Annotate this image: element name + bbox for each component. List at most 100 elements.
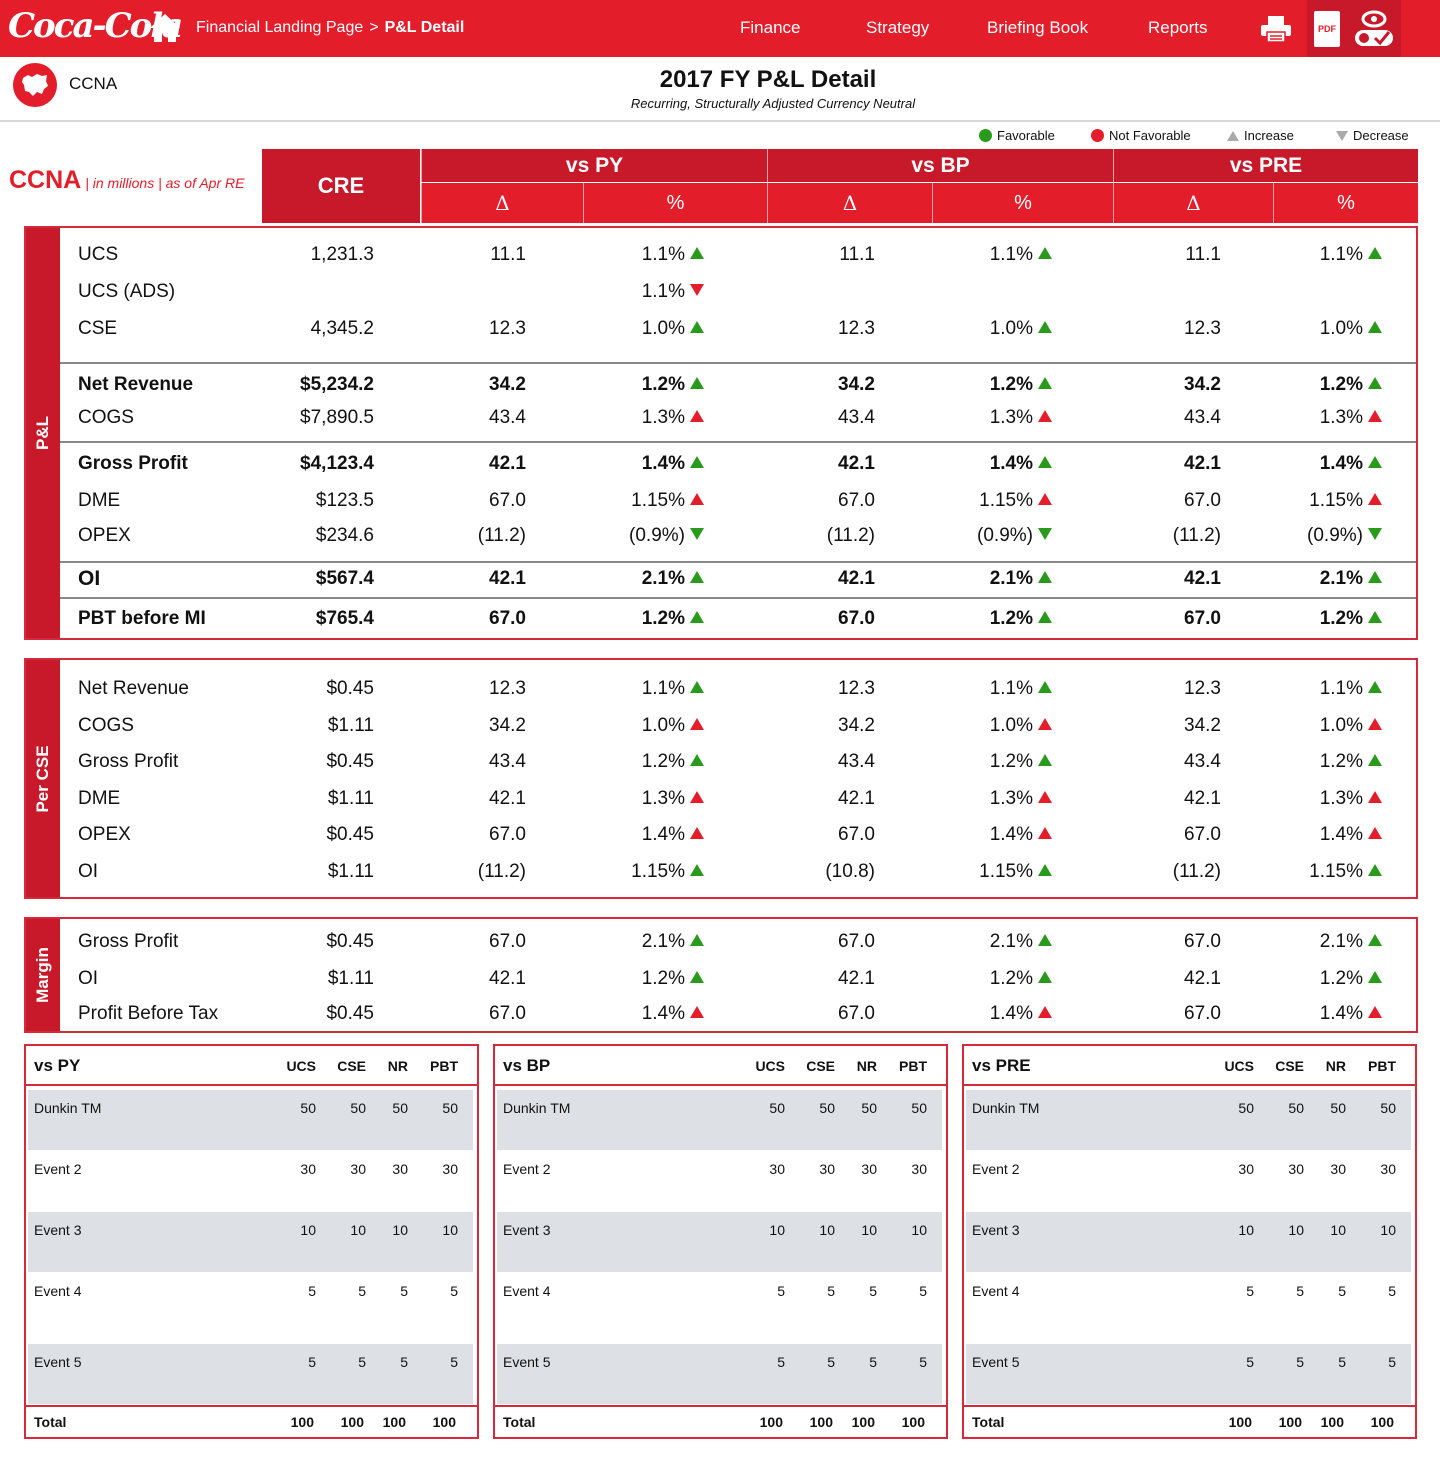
- table-row-oi[interactable]: OI $1.11 42.1 1.2% 42.1 1.2% 42.1 1.2%: [26, 964, 1420, 994]
- event-row-event-2[interactable]: Event 2 30 30 30 30: [28, 1151, 473, 1211]
- cell-value: 1.2%: [641, 608, 685, 629]
- event-table-title: vs PY: [34, 1056, 81, 1075]
- table-row-ucs-ads[interactable]: UCS (ADS) 1.1%: [26, 277, 1420, 307]
- up-arrow-favorable-icon: [690, 320, 704, 333]
- event-value-ucs: 50: [300, 1100, 316, 1116]
- cell-py-p: 1.15%: [631, 857, 704, 887]
- pdf-icon[interactable]: PDF: [1307, 0, 1347, 57]
- cell-value: 1.1%: [1319, 678, 1363, 699]
- nav-finance[interactable]: Finance: [740, 18, 800, 38]
- event-row-event-2[interactable]: Event 2 30 30 30 30: [966, 1151, 1411, 1211]
- event-value-cse: 50: [1288, 1100, 1304, 1116]
- table-row-dme[interactable]: DME $1.11 42.1 1.3% 42.1 1.3% 42.1 1.3%: [26, 784, 1420, 814]
- up-arrow-favorable-icon: [1038, 610, 1052, 623]
- home-icon[interactable]: [148, 12, 182, 44]
- print-icon[interactable]: [1254, 0, 1298, 57]
- cell-value: 1,231.3: [310, 244, 374, 265]
- row-label: Net Revenue: [78, 678, 189, 699]
- table-row-oi[interactable]: OI $567.4 42.1 2.1% 42.1 2.1% 42.1 2.1%: [26, 564, 1420, 594]
- cell-py-p: 2.1%: [642, 927, 704, 957]
- event-row-dunkin-tm[interactable]: Dunkin TM 50 50 50 50: [497, 1090, 942, 1150]
- event-table-title: vs PRE: [972, 1056, 1031, 1075]
- event-row-dunkin-tm[interactable]: Dunkin TM 50 50 50 50: [966, 1090, 1411, 1150]
- event-table-vs-pre: vs PRE UCS CSE NR PBT Dunkin TM 50 50 50 50 Event …: [962, 1044, 1417, 1439]
- event-value-pbt: 10: [1380, 1222, 1396, 1238]
- cell-value: 67.0: [489, 824, 526, 845]
- cell-py-d: 12.3: [489, 674, 526, 704]
- table-row-dme[interactable]: DME $123.5 67.0 1.15% 67.0 1.15% 67.0 1.15%: [26, 486, 1420, 516]
- event-col-cse: CSE: [1275, 1058, 1304, 1074]
- event-row-event-3[interactable]: Event 3 10 10 10 10: [28, 1212, 473, 1272]
- table-row-cogs[interactable]: COGS $7,890.5 43.4 1.3% 43.4 1.3% 43.4 1.3%: [26, 403, 1420, 433]
- table-row-net-revenue[interactable]: Net Revenue $5,234.2 34.2 1.2% 34.2 1.2% 34.2 1…: [26, 370, 1420, 400]
- up-arrow-favorable-icon: [1368, 246, 1382, 259]
- table-row-oi[interactable]: OI $1.11 (11.2) 1.15% (10.8) 1.15% (11.2) 1.15%: [26, 857, 1420, 887]
- cell-value: 42.1: [489, 968, 526, 989]
- event-row-event-5[interactable]: Event 5 5 5 5 5: [28, 1344, 473, 1404]
- event-col-pbt: PBT: [1368, 1058, 1396, 1074]
- event-name: Event 3: [503, 1222, 551, 1238]
- table-row-ucs[interactable]: UCS 1,231.3 11.1 1.1% 11.1 1.1% 11.1 1.1%: [26, 240, 1420, 270]
- nav-reports[interactable]: Reports: [1148, 18, 1208, 38]
- event-row-event-5[interactable]: Event 5 5 5 5 5: [497, 1344, 942, 1404]
- event-row-event-5[interactable]: Event 5 5 5 5 5: [966, 1344, 1411, 1404]
- table-row-gross-profit[interactable]: Gross Profit $0.45 67.0 2.1% 67.0 2.1% 67.0 2.1…: [26, 927, 1420, 957]
- event-row-dunkin-tm[interactable]: Dunkin TM 50 50 50 50: [28, 1090, 473, 1150]
- cell-value: 1.2%: [989, 608, 1033, 629]
- event-name: Event 2: [34, 1161, 82, 1177]
- cell-bp-p: 2.1%: [990, 927, 1052, 957]
- event-name: Dunkin TM: [972, 1100, 1040, 1116]
- legend-increase: Increase: [1227, 128, 1294, 143]
- cell-value: 1.15%: [631, 490, 685, 511]
- header-cre: CRE: [262, 149, 420, 223]
- table-row-gross-profit[interactable]: Gross Profit $4,123.4 42.1 1.4% 42.1 1.4% 42.1…: [26, 449, 1420, 479]
- event-row-event-2[interactable]: Event 2 30 30 30 30: [497, 1151, 942, 1211]
- event-row-event-3[interactable]: Event 3 10 10 10 10: [966, 1212, 1411, 1272]
- table-row-opex[interactable]: OPEX $0.45 67.0 1.4% 67.0 1.4% 67.0 1.4%: [26, 820, 1420, 850]
- cell-value: $1.11: [327, 861, 374, 882]
- nav-briefing-book[interactable]: Briefing Book: [987, 18, 1088, 38]
- cell-value: (11.2): [477, 525, 526, 546]
- cell-bp-p: 1.15%: [979, 857, 1052, 887]
- cell-value: 34.2: [489, 715, 526, 736]
- divider: [60, 561, 1416, 563]
- table-row-gross-profit[interactable]: Gross Profit $0.45 43.4 1.2% 43.4 1.2% 43.4 1.2…: [26, 747, 1420, 777]
- table-row-cse[interactable]: CSE 4,345.2 12.3 1.0% 12.3 1.0% 12.3 1.0%: [26, 314, 1420, 344]
- event-value-cse: 5: [827, 1283, 835, 1299]
- cell-pre-d: (11.2): [1173, 521, 1221, 551]
- cell-value: 12.3: [489, 678, 526, 699]
- view-toggle-icon[interactable]: [1347, 0, 1401, 57]
- up-arrow-not-favorable-icon: [690, 826, 704, 839]
- nav-strategy[interactable]: Strategy: [866, 18, 929, 38]
- cell-pre-p: 1.15%: [1309, 486, 1382, 516]
- table-row-net-revenue[interactable]: Net Revenue $0.45 12.3 1.1% 12.3 1.1% 12.3 1.1%: [26, 674, 1420, 704]
- event-row-event-4[interactable]: Event 4 5 5 5 5: [28, 1273, 473, 1333]
- cell-pre-d: 42.1: [1184, 784, 1221, 814]
- event-name: Event 5: [503, 1354, 551, 1370]
- cell-bp-d: 67.0: [838, 999, 875, 1029]
- up-arrow-favorable-icon: [1038, 320, 1052, 333]
- row-label: COGS: [78, 715, 134, 736]
- cell-value: 34.2: [1184, 715, 1221, 736]
- event-row-event-4[interactable]: Event 4 5 5 5 5: [966, 1273, 1411, 1333]
- event-col-ucs: UCS: [755, 1058, 785, 1074]
- cell-value: 42.1: [838, 968, 875, 989]
- up-arrow-favorable-icon: [690, 970, 704, 983]
- cell-pre-p: 1.2%: [1320, 964, 1382, 994]
- row-label: Gross Profit: [78, 931, 179, 952]
- cell-value: 11.1: [1185, 244, 1221, 265]
- cell-pre-p: 1.0%: [1320, 711, 1382, 741]
- breadcrumb-root[interactable]: Financial Landing Page: [196, 19, 363, 36]
- table-row-cogs[interactable]: COGS $1.11 34.2 1.0% 34.2 1.0% 34.2 1.0%: [26, 711, 1420, 741]
- down-arrow-not-favorable-icon: [690, 283, 704, 296]
- cell-py-p: 1.3%: [642, 784, 704, 814]
- event-row-event-4[interactable]: Event 4 5 5 5 5: [497, 1273, 942, 1333]
- header-bp-delta: Δ: [767, 183, 932, 223]
- cell-value: $0.45: [326, 678, 374, 699]
- event-row-event-3[interactable]: Event 3 10 10 10 10: [497, 1212, 942, 1272]
- table-row-profit-before-tax[interactable]: Profit Before Tax $0.45 67.0 1.4% 67.0 1.4% 67…: [26, 999, 1420, 1029]
- cell-value: 2.1%: [989, 568, 1033, 589]
- table-row-opex[interactable]: OPEX $234.6 (11.2) (0.9%) (11.2) (0.9%) (11.2)…: [26, 521, 1420, 551]
- table-row-pbt-before-mi[interactable]: PBT before MI $765.4 67.0 1.2% 67.0 1.2% 67.0 1…: [26, 604, 1420, 634]
- cell-bp-d: 34.2: [838, 711, 875, 741]
